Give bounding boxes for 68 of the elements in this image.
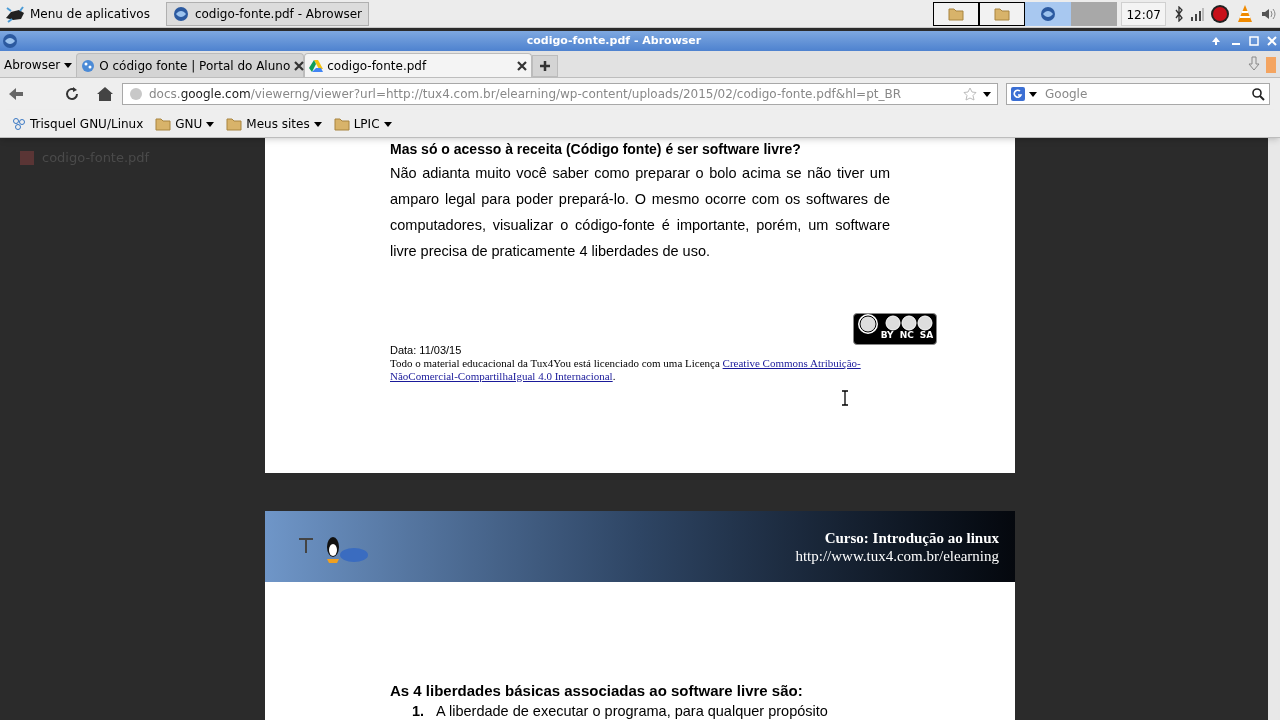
clock: 12:07 bbox=[1121, 1, 1166, 26]
license-link[interactable]: NãoComercial-CompartilhaIgual 4.0 Internacional bbox=[390, 370, 613, 383]
app-menu-button[interactable]: Abrowser bbox=[0, 53, 77, 77]
star-icon[interactable] bbox=[963, 87, 977, 101]
search-icon[interactable] bbox=[1251, 87, 1265, 101]
caret-icon bbox=[64, 61, 73, 69]
workspace-button[interactable] bbox=[979, 1, 1026, 26]
network-icon bbox=[81, 58, 96, 73]
window-button[interactable]: codigo-fonte.pdf - Abrowser bbox=[165, 1, 370, 26]
search-field[interactable]: Google bbox=[1006, 83, 1270, 105]
course-title: Curso: Introdução ao linux bbox=[824, 528, 999, 547]
close-icon[interactable] bbox=[517, 60, 528, 71]
app-menu-button[interactable]: Menu de aplicativos bbox=[0, 0, 154, 27]
back-icon[interactable] bbox=[8, 87, 24, 101]
caret-icon bbox=[313, 119, 322, 128]
course-url: http://www.tux4.com.br/elearning bbox=[795, 546, 999, 565]
text-cursor-icon bbox=[841, 390, 849, 406]
bookmark[interactable]: GNU bbox=[155, 114, 215, 133]
up-icon[interactable] bbox=[1210, 35, 1222, 47]
bookmark[interactable]: LPIC bbox=[333, 114, 392, 133]
caret-icon bbox=[1029, 90, 1037, 98]
workspace-button[interactable] bbox=[933, 1, 980, 26]
heading: Mas só o acesso à receita (Código fonte) é ser software livre? bbox=[390, 140, 802, 159]
folder-icon bbox=[155, 115, 172, 132]
bookmark[interactable]: Meus sites bbox=[226, 114, 322, 133]
triangle-icon bbox=[309, 58, 324, 73]
url-text: docs.google.com/viewerng/viewer?url=http://tux4.com.br/elearning/wp-content/uploads/2015/02/codigo-fonte.pdf&hl=pt_BR bbox=[149, 86, 903, 103]
new-tab-icon[interactable] bbox=[532, 55, 559, 77]
browser-icon bbox=[172, 5, 189, 22]
folder-icon bbox=[948, 5, 965, 22]
browser-tab[interactable]: O código fonte | Portal do Aluno bbox=[76, 53, 305, 77]
tab-label: O código fonte | Portal do Aluno bbox=[99, 57, 291, 75]
signal-icon bbox=[1190, 6, 1204, 21]
traffic-cone-icon bbox=[1236, 3, 1254, 24]
address-bar[interactable]: docs.google.com/viewerng/viewer?url=http://tux4.com.br/elearning/wp-content/uploads/2015/02/codigo-fonte.pdf&hl=pt_BR bbox=[122, 83, 998, 105]
tab-label: codigo-fonte.pdf bbox=[327, 57, 428, 75]
caret-icon bbox=[206, 119, 215, 128]
knot-icon bbox=[12, 116, 26, 131]
browser-icon bbox=[1040, 5, 1057, 22]
punctuation: . bbox=[612, 370, 616, 383]
badge-label: SA bbox=[919, 330, 934, 340]
folder-icon bbox=[226, 115, 243, 132]
search-engine-icon bbox=[1011, 87, 1025, 101]
caret-icon[interactable] bbox=[983, 90, 991, 98]
close-icon[interactable] bbox=[294, 60, 305, 71]
browser-icon bbox=[2, 33, 18, 49]
folder-icon bbox=[333, 115, 350, 132]
badge-label: BY bbox=[880, 330, 894, 340]
scrollbar[interactable] bbox=[1268, 138, 1280, 720]
caret-icon bbox=[383, 119, 392, 128]
bookmark[interactable]: Trisquel GNU/Linux bbox=[12, 114, 144, 133]
reload-icon[interactable] bbox=[64, 86, 80, 102]
list-item: A liberdade de executar o programa, para qualquer propósito bbox=[436, 702, 828, 720]
badge-label: NC bbox=[899, 330, 914, 340]
window-title: codigo-fonte.pdf - Abrowser bbox=[525, 32, 703, 49]
license-link[interactable]: Creative Commons Atribuição- bbox=[722, 357, 861, 370]
search-input[interactable]: Google bbox=[1045, 85, 1247, 103]
browser-tab[interactable]: codigo-fonte.pdf bbox=[304, 53, 533, 77]
license-text: Todo o material educacional da Tux4You está licenciado com uma Licença bbox=[390, 357, 721, 370]
maximize-icon[interactable] bbox=[1248, 35, 1260, 47]
list-number: 1. bbox=[412, 702, 425, 720]
record-icon bbox=[1210, 3, 1230, 24]
paragraph: Não adianta muito você saber como preparar o bolo acima se não tiver um amparo legal para poder prepará-lo. O mesmo ocorre com os softwares de computadores, visualizar o código-fonte é importante, porém, um software livre precisa de praticamente 4 liberdades de uso. bbox=[390, 164, 890, 261]
heading: As 4 liberdades básicas associadas ao software livre são: bbox=[390, 682, 804, 700]
home-icon[interactable] bbox=[96, 86, 114, 102]
date-text: Data: 11/03/15 bbox=[390, 344, 463, 357]
folder-icon bbox=[994, 5, 1011, 22]
bluetooth-icon bbox=[1174, 5, 1184, 22]
